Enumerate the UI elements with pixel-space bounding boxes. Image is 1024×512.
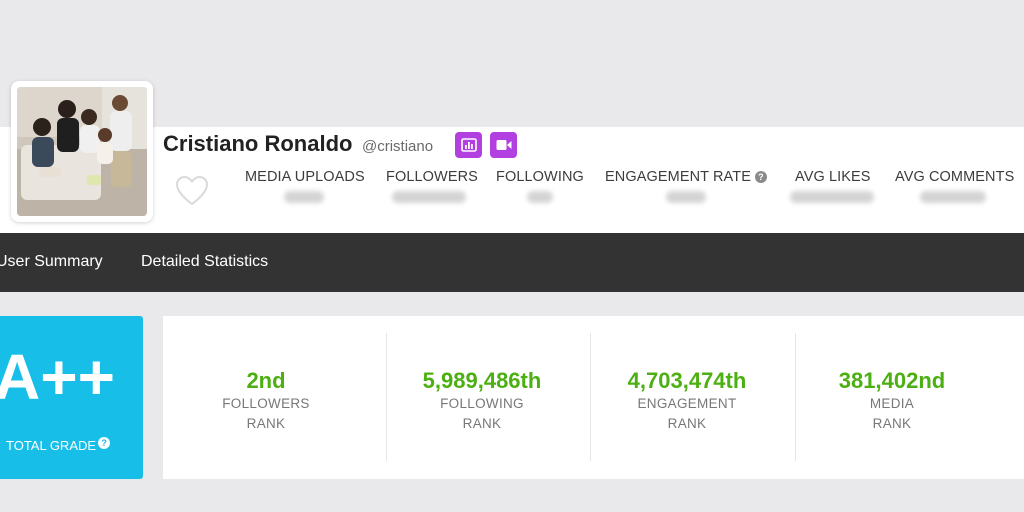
stats-badge[interactable] xyxy=(455,132,482,158)
rank-item-followers: 2nd FOLLOWERS RANK xyxy=(166,368,366,434)
bar-chart-icon xyxy=(460,138,477,152)
grade-help-icon[interactable]: ? xyxy=(98,437,111,449)
total-grade-value: A++ xyxy=(0,341,115,413)
profile-handle: @cristiano xyxy=(362,138,434,155)
avg-likes-value-blurred xyxy=(790,191,874,203)
total-grade-text: TOTAL GRADE xyxy=(6,438,97,453)
avg-comments-label: AVG COMMENTS xyxy=(895,169,1015,185)
media-uploads-label: MEDIA UPLOADS xyxy=(245,169,365,185)
nav-detailed-statistics[interactable]: Detailed Statistics xyxy=(141,253,268,271)
avatar-frame xyxy=(11,81,153,222)
followers-value-blurred xyxy=(392,191,466,203)
rank-label: ENGAGEMENT xyxy=(637,396,737,411)
rank-value: 5,989,486th xyxy=(422,368,542,393)
rank-item-engagement: 4,703,474th ENGAGEMENT RANK xyxy=(587,368,787,434)
avatar xyxy=(17,87,147,216)
heart-icon[interactable] xyxy=(175,175,209,207)
rank-label: FOLLOWING xyxy=(440,396,524,411)
rank-label-suffix: RANK xyxy=(667,416,707,431)
followers-label: FOLLOWERS xyxy=(386,169,478,185)
video-camera-icon xyxy=(496,140,511,150)
following-label: FOLLOWING xyxy=(496,169,584,185)
engagement-rate-text: ENGAGEMENT RATE xyxy=(605,169,751,185)
engagement-rate-label: ENGAGEMENT RATE? xyxy=(605,169,767,185)
nav-user-summary[interactable]: User Summary xyxy=(0,253,103,271)
avg-comments-value-blurred xyxy=(920,191,986,203)
rank-label-suffix: RANK xyxy=(462,416,502,431)
rank-item-media: 381,402nd MEDIA RANK xyxy=(792,368,992,434)
rank-label-suffix: RANK xyxy=(872,416,912,431)
rank-value: 381,402nd xyxy=(838,368,946,393)
profile-name: Cristiano Ronaldo xyxy=(163,131,353,156)
rank-label-suffix: RANK xyxy=(246,416,286,431)
avg-likes-label: AVG LIKES xyxy=(795,169,871,185)
media-uploads-value-blurred xyxy=(284,191,324,203)
rank-label: MEDIA xyxy=(869,396,915,411)
rank-label: FOLLOWERS xyxy=(222,396,310,411)
rank-value: 4,703,474th xyxy=(627,368,747,393)
rank-value: 2nd xyxy=(246,368,286,393)
rank-item-following: 5,989,486th FOLLOWING RANK xyxy=(382,368,582,434)
total-grade-label: TOTAL GRADE? xyxy=(6,437,111,453)
engagement-rate-value-blurred xyxy=(666,191,706,203)
following-value-blurred xyxy=(527,191,553,203)
video-badge[interactable] xyxy=(490,132,517,158)
help-icon[interactable]: ? xyxy=(754,171,767,183)
